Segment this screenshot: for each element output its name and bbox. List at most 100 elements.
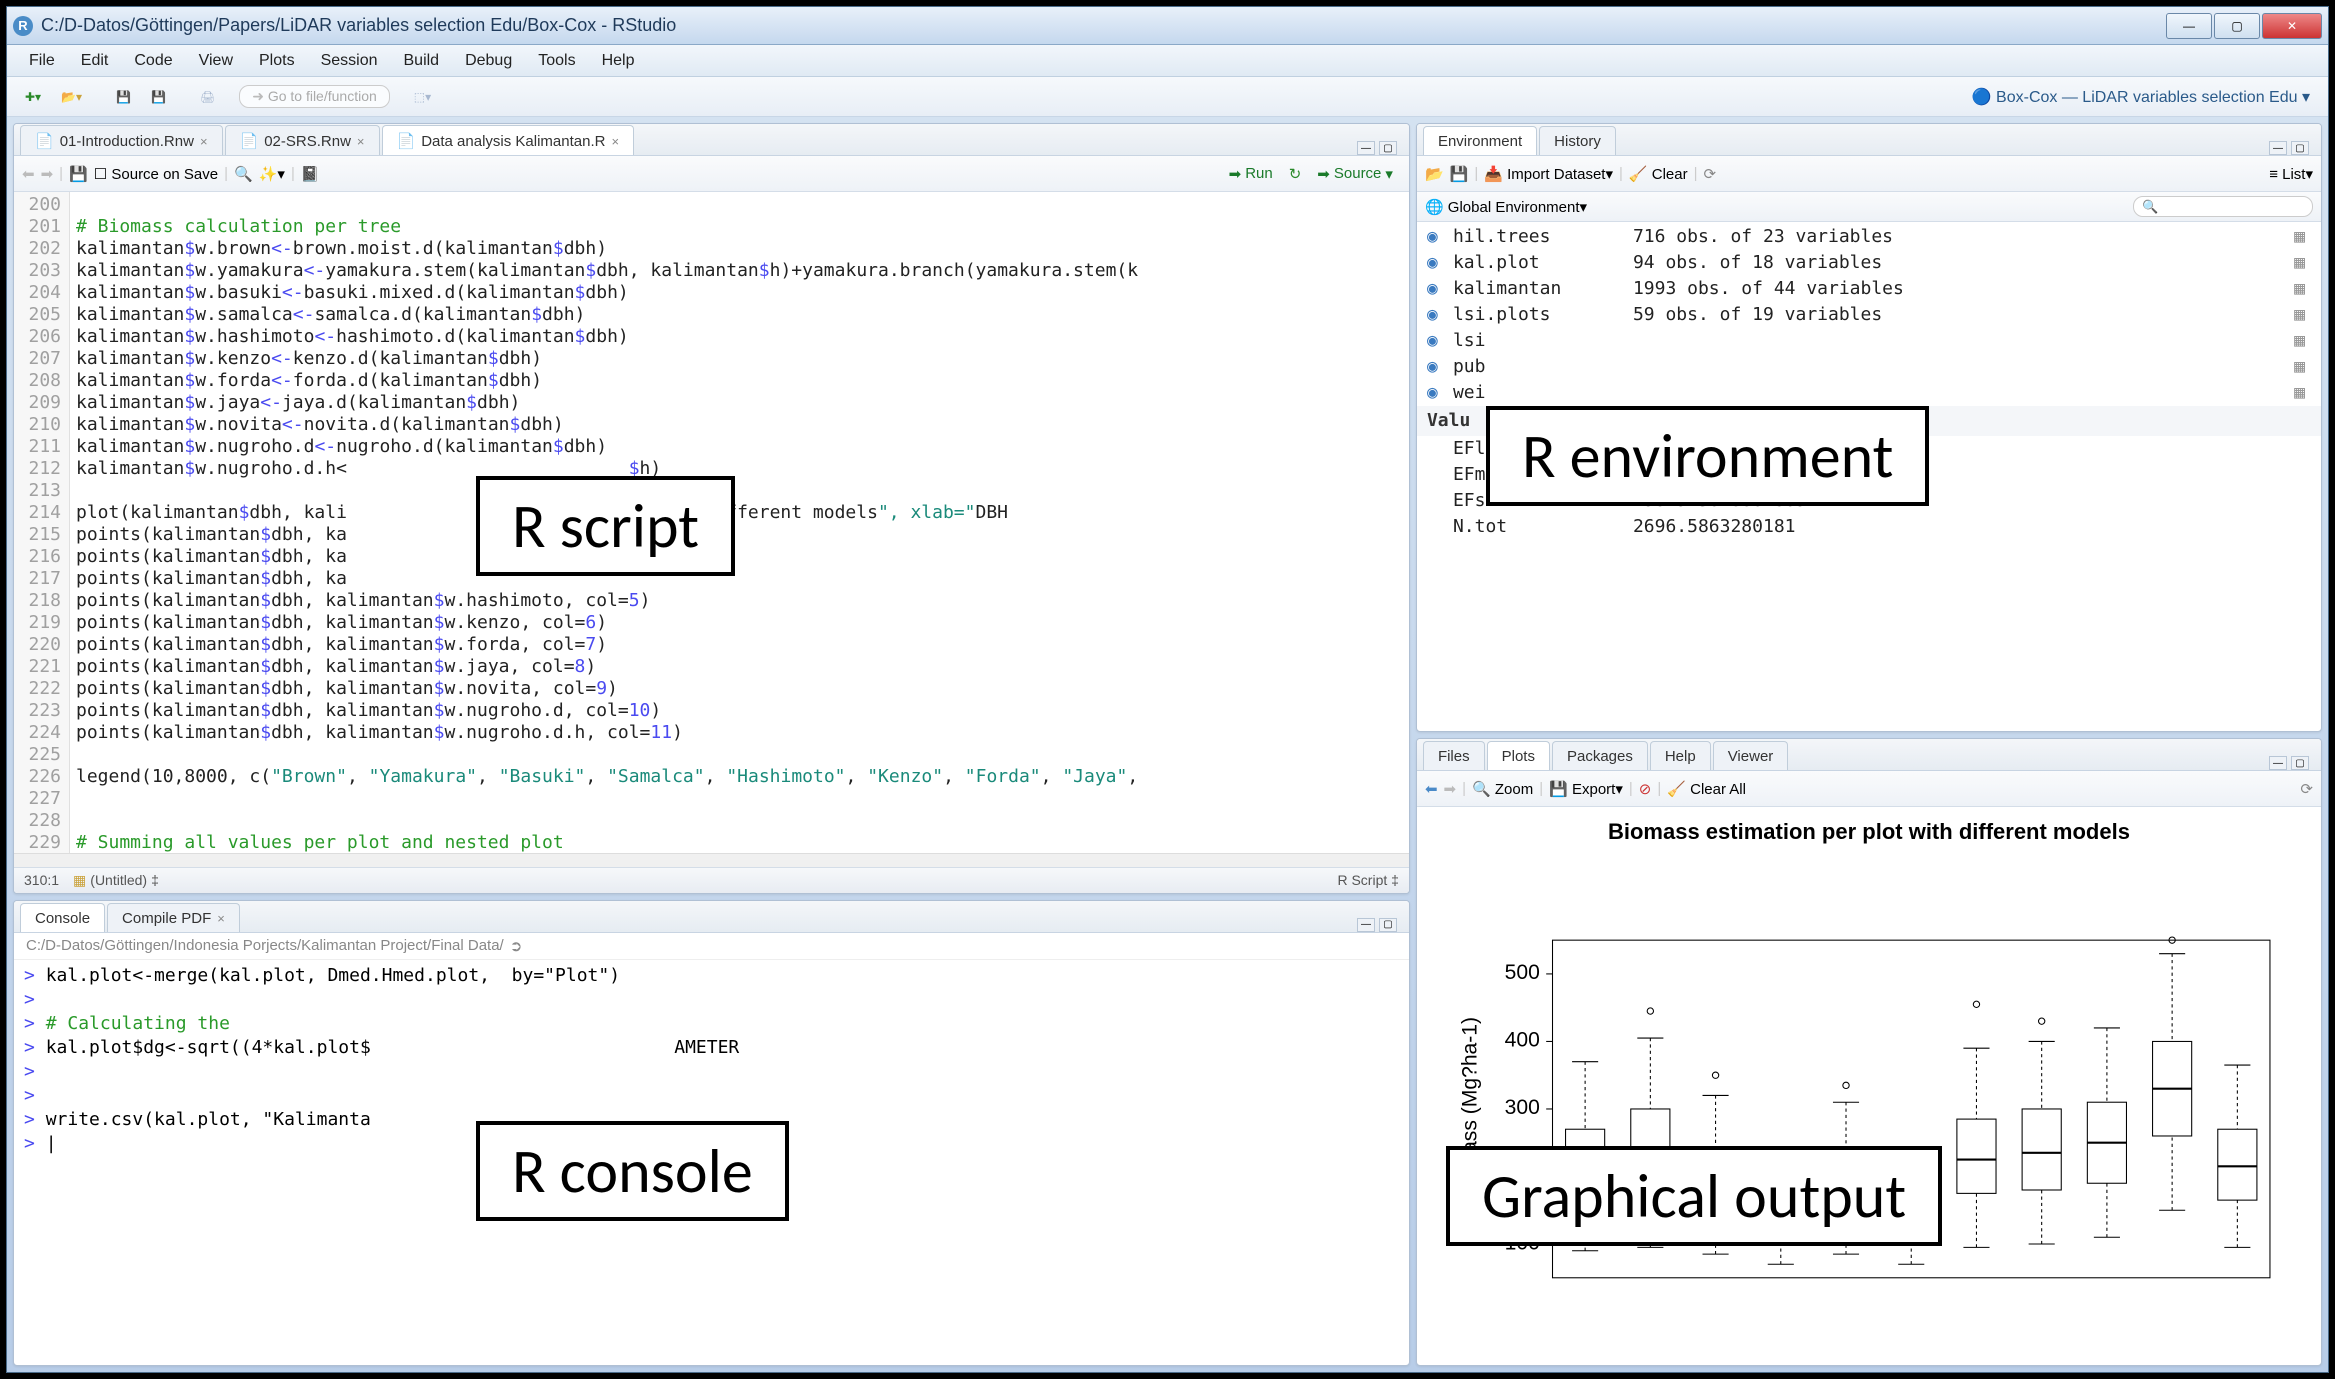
tab-compile-pdf[interactable]: Compile PDF× [107,903,240,932]
refresh-icon[interactable]: ⟳ [1704,165,1717,183]
source-on-save-checkbox[interactable]: ☐ Source on Save [94,165,218,183]
project-selector[interactable]: 🔵 Box-Cox — LiDAR variables selection Ed… [1972,87,2320,107]
menu-help[interactable]: Help [590,48,647,74]
prev-plot-icon[interactable]: ⬅ [1425,780,1438,798]
goto-input[interactable]: ➜ Go to file/function [239,85,390,108]
env-tabs: Environment History ― ▢ [1417,124,2321,156]
close-icon[interactable]: × [357,134,365,149]
next-plot-icon[interactable]: ➡ [1444,780,1457,798]
file-type: R Script [1337,872,1387,888]
env-data-row[interactable]: ◉hil.trees716 obs. of 23 variables▦ [1417,224,2321,250]
main-toolbar: ✚▾ 📂▾ 💾 💾 🖨 ➜ Go to file/function ⬚▾ 🔵 B… [7,77,2328,117]
close-icon[interactable]: × [611,134,619,149]
menu-edit[interactable]: Edit [69,48,121,74]
clear-button[interactable]: 🧹 Clear [1629,165,1688,183]
source-status: 310:1 ▦ (Untitled) ‡ R Script ‡ [14,867,1409,893]
menu-session[interactable]: Session [309,48,390,74]
notebook-icon[interactable]: 📓 [301,165,320,183]
env-scope[interactable]: 🌐 Global Environment▾ [1425,198,1587,216]
env-value-row[interactable]: N.tot2696.5863280181 [1417,514,2321,540]
menu-view[interactable]: View [187,48,245,74]
save-button[interactable]: 💾 [108,86,139,108]
rerun-button[interactable]: ↻ [1289,165,1302,183]
env-data-row[interactable]: ◉kalimantan1993 obs. of 44 variables▦ [1417,276,2321,302]
import-dataset-button[interactable]: 📥 Import Dataset▾ [1484,165,1613,183]
annotation-plot: Graphical output [1446,1146,1942,1246]
plot-viewport: Biomass estimation per plot with differe… [1417,807,2321,1365]
clear-all-button[interactable]: 🧹 Clear All [1667,780,1746,798]
menu-code[interactable]: Code [122,48,184,74]
refresh-plot-icon[interactable]: ⟳ [2300,780,2313,798]
open-file-button[interactable]: 📂▾ [53,86,90,108]
tab-01-introduction[interactable]: 📄01-Introduction.Rnw× [20,125,223,155]
close-icon[interactable]: × [200,134,208,149]
minimize-pane-icon[interactable]: ― [2269,141,2287,155]
console-tabs: Console Compile PDF× ― ▢ [14,901,1409,933]
env-data-row[interactable]: ◉kal.plot94 obs. of 18 variables▦ [1417,250,2321,276]
new-file-button[interactable]: ✚▾ [17,86,49,108]
source-tabs: 📄01-Introduction.Rnw× 📄02-SRS.Rnw× 📄Data… [14,124,1409,156]
env-data-row[interactable]: ◉pub▦ [1417,354,2321,380]
h-scrollbar[interactable] [14,853,1409,867]
annotation-env: R environment [1486,406,1929,506]
env-search-input[interactable] [2133,196,2313,217]
maximize-pane-icon[interactable]: ▢ [2291,141,2309,155]
save-icon[interactable]: 💾 [1450,165,1469,183]
save-icon[interactable]: 💾 [69,165,88,183]
run-button[interactable]: ➡ Run [1221,163,1281,185]
annotation-console: R console [476,1121,789,1221]
close-icon[interactable]: × [217,911,225,926]
svg-text:300: 300 [1505,1096,1540,1119]
zoom-button[interactable]: 🔍 Zoom [1472,780,1533,798]
wd-go-icon[interactable]: ➲ [510,937,523,955]
titlebar[interactable]: R C:/D-Datos/Göttingen/Papers/LiDAR vari… [7,7,2328,45]
minimize-pane-icon[interactable]: ― [2269,756,2287,770]
section-name[interactable]: (Untitled) [90,872,147,888]
print-button[interactable]: 🖨 [192,86,223,108]
list-view-button[interactable]: ≡ List▾ [2269,165,2313,183]
maximize-pane-icon[interactable]: ▢ [2291,756,2309,770]
menu-file[interactable]: File [17,48,67,74]
env-data-row[interactable]: ◉lsi▦ [1417,328,2321,354]
wand-icon[interactable]: ✨▾ [259,165,285,183]
minimize-pane-icon[interactable]: ― [1357,918,1375,932]
maximize-pane-icon[interactable]: ▢ [1379,918,1397,932]
console-wd: C:/D-Datos/Göttingen/Indonesia Porjects/… [14,933,1409,960]
maximize-pane-icon[interactable]: ▢ [1379,141,1397,155]
menu-build[interactable]: Build [392,48,452,74]
close-button[interactable]: ✕ [2262,13,2322,39]
annotation-script: R script [476,476,735,576]
menu-debug[interactable]: Debug [453,48,524,74]
tab-help[interactable]: Help [1650,741,1711,770]
tab-plots[interactable]: Plots [1487,741,1550,770]
tab-viewer[interactable]: Viewer [1713,741,1789,770]
env-data-row[interactable]: ◉wei▦ [1417,380,2321,406]
forward-icon[interactable]: ➡ [41,165,54,183]
tab-environment[interactable]: Environment [1423,126,1537,155]
minimize-button[interactable]: ― [2166,13,2212,39]
save-all-button[interactable]: 💾 [143,86,174,108]
remove-plot-icon[interactable]: ⊘ [1639,780,1652,798]
tab-data-analysis[interactable]: 📄Data analysis Kalimantan.R× [382,125,635,155]
env-scope-bar: 🌐 Global Environment▾ [1417,192,2321,222]
tab-02-srs[interactable]: 📄02-SRS.Rnw× [225,125,380,155]
tab-packages[interactable]: Packages [1552,741,1648,770]
rstudio-icon: R [13,16,33,36]
env-toolbar: 📂 💾 | 📥 Import Dataset▾ | 🧹 Clear | ⟳ ≡ … [1417,156,2321,192]
load-icon[interactable]: 📂 [1425,165,1444,183]
env-data-row[interactable]: ◉lsi.plots59 obs. of 19 variables▦ [1417,302,2321,328]
tab-console[interactable]: Console [20,903,105,932]
menu-tools[interactable]: Tools [526,48,587,74]
find-icon[interactable]: 🔍 [234,165,253,183]
menu-plots[interactable]: Plots [247,48,307,74]
tab-history[interactable]: History [1539,126,1616,155]
addins-button[interactable]: ⬚▾ [406,86,439,108]
back-icon[interactable]: ⬅ [22,165,35,183]
menubar: File Edit Code View Plots Session Build … [7,45,2328,77]
window-title: C:/D-Datos/Göttingen/Papers/LiDAR variab… [41,15,2166,36]
source-button[interactable]: ➡ Source ▾ [1309,163,1401,185]
minimize-pane-icon[interactable]: ― [1357,141,1375,155]
maximize-button[interactable]: ▢ [2214,13,2260,39]
tab-files[interactable]: Files [1423,741,1485,770]
export-button[interactable]: 💾 Export▾ [1549,780,1623,798]
